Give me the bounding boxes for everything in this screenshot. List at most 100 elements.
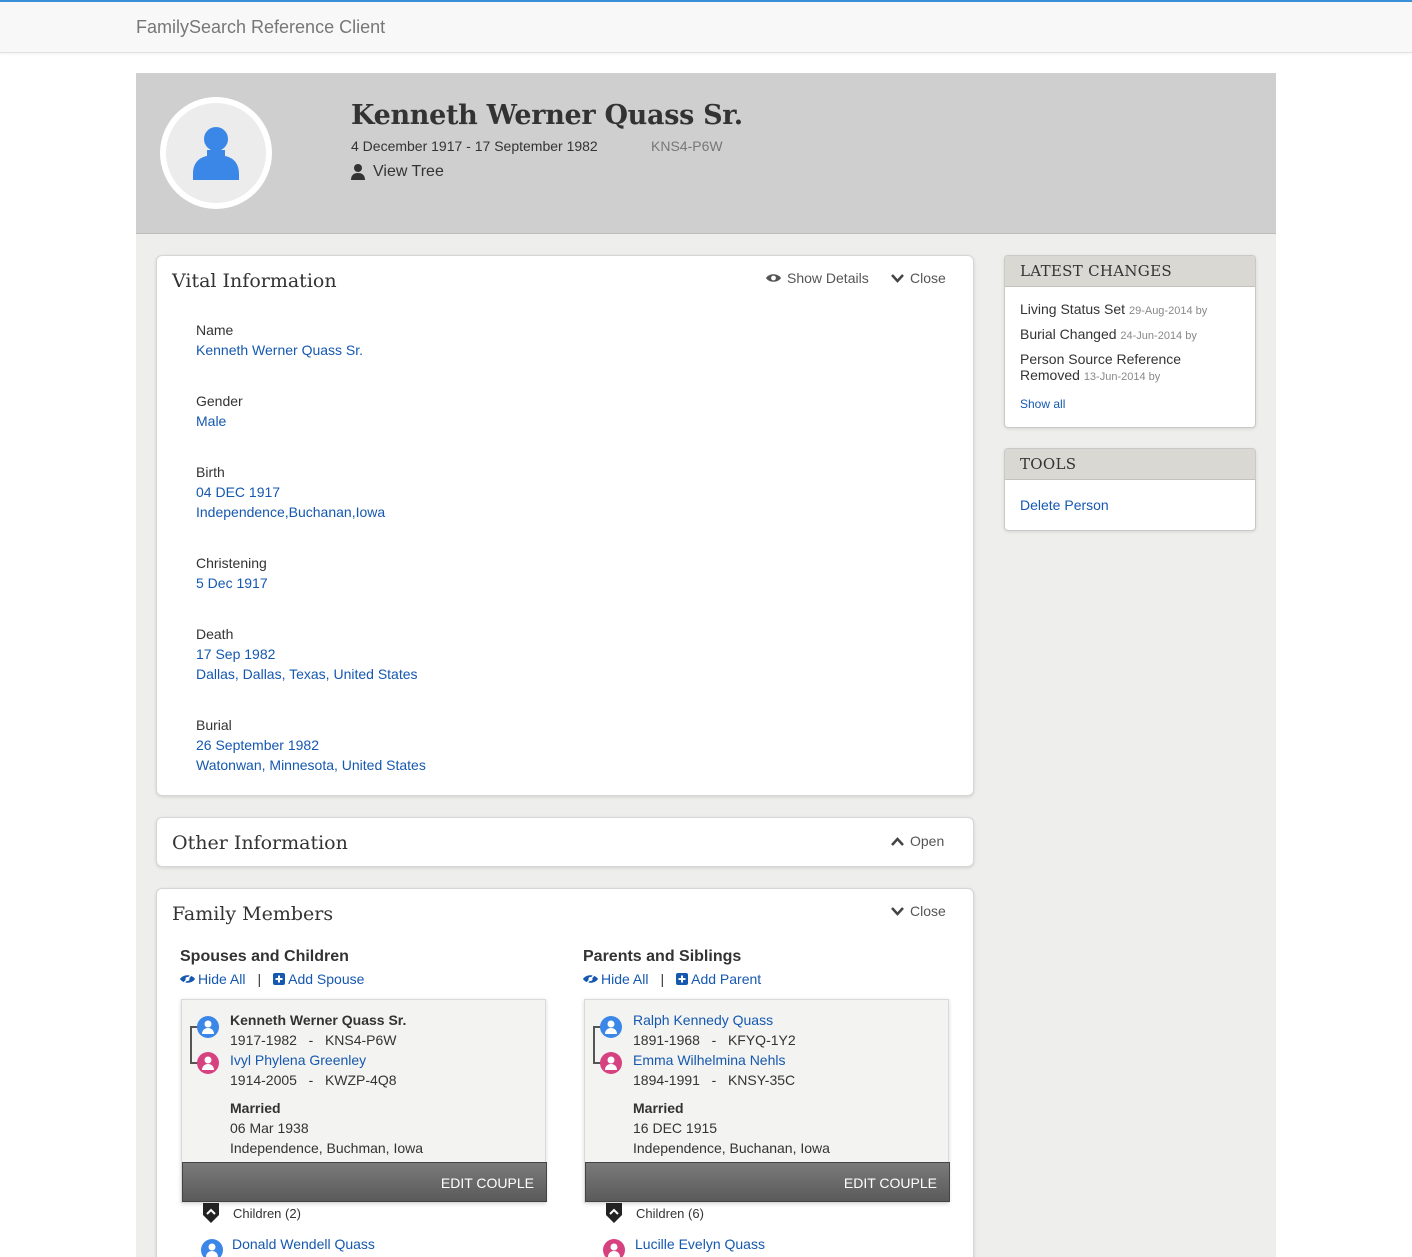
field-gender: Gender Male: [196, 391, 243, 431]
children-count: Children (6): [636, 1205, 704, 1221]
change-text: Person Source Reference: [1020, 351, 1182, 367]
vital-close-button[interactable]: Close: [891, 270, 946, 286]
change-meta: 29-Aug-2014 by: [1128, 305, 1208, 317]
chevron-up-icon: [891, 836, 904, 846]
show-all-link[interactable]: Show all: [1020, 396, 1065, 412]
field-death: Death 17 Sep 1982 Dallas, Dallas, Texas,…: [196, 624, 418, 684]
vital-information-title: Vital Information: [172, 270, 337, 292]
field-value[interactable]: 5 Dec 1917: [196, 573, 268, 593]
add-parent-label: Add Parent: [691, 971, 762, 987]
spouse-couple-card: Kenneth Werner Quass Sr. 1917-1982 - KNS…: [181, 999, 547, 1203]
spouses-hide-all-button[interactable]: Hide All: [180, 971, 245, 987]
add-spouse-button[interactable]: Add Spouse: [273, 971, 364, 987]
wife-name-link[interactable]: Ivyl Phylena Greenley: [230, 1052, 366, 1068]
eye-slash-icon: [583, 973, 598, 985]
change-meta: 13-Jun-2014 by: [1083, 371, 1161, 383]
eye-slash-icon: [180, 973, 195, 985]
field-value[interactable]: Dallas, Dallas, Texas, United States: [196, 664, 418, 684]
children-toggle[interactable]: Children (2): [201, 1203, 301, 1223]
person-icon: [351, 164, 365, 180]
chevron-down-icon: [891, 273, 904, 283]
person-id: KNS4-P6W: [651, 138, 723, 154]
mother-name-link[interactable]: Emma Wilhelmina Nehls: [633, 1052, 785, 1068]
edit-couple-button[interactable]: EDIT COUPLE: [182, 1162, 547, 1202]
field-value[interactable]: 17 Sep 1982: [196, 644, 418, 664]
view-tree-label: View Tree: [373, 163, 444, 180]
other-information-card: Other Information Open: [156, 817, 974, 867]
husband-name: Kenneth Werner Quass Sr.: [230, 1012, 407, 1028]
show-details-label: Show Details: [787, 270, 869, 286]
parents-hide-all-button[interactable]: Hide All: [583, 971, 648, 987]
change-item: Burial Changed 24-Jun-2014 by: [1020, 326, 1197, 344]
married-label: Married: [633, 1100, 684, 1116]
latest-changes-title: LATEST CHANGES: [1005, 256, 1255, 287]
vital-close-label: Close: [910, 270, 946, 286]
family-close-label: Close: [910, 903, 946, 919]
delete-person-link[interactable]: Delete Person: [1020, 497, 1109, 513]
mother-info: 1894-1991 - KNSY-35C: [633, 1072, 796, 1088]
spouses-title: Spouses and Children: [180, 948, 349, 965]
parents-actions: Hide All | Add Parent: [583, 971, 761, 987]
chevron-up-circle-icon: [203, 1203, 219, 1223]
separator: |: [257, 971, 262, 987]
male-person-icon: [201, 1239, 223, 1257]
latest-changes-panel: LATEST CHANGES Living Status Set 29-Aug-…: [1004, 255, 1256, 428]
married-label: Married: [230, 1100, 281, 1116]
other-open-button[interactable]: Open: [891, 833, 944, 849]
change-text: Removed: [1020, 367, 1080, 383]
field-label: Death: [196, 626, 234, 642]
person-header: Kenneth Werner Quass Sr. 4 December 1917…: [136, 73, 1276, 234]
field-value[interactable]: Kenneth Werner Quass Sr.: [196, 340, 363, 360]
field-label: Christening: [196, 555, 267, 571]
field-value[interactable]: Watonwan, Minnesota, United States: [196, 755, 426, 775]
field-value[interactable]: 04 DEC 1917: [196, 482, 385, 502]
female-person-icon: [197, 1052, 219, 1074]
add-parent-button[interactable]: Add Parent: [676, 971, 761, 987]
field-value[interactable]: Male: [196, 411, 243, 431]
edit-couple-button[interactable]: EDIT COUPLE: [585, 1162, 950, 1202]
hide-all-label: Hide All: [601, 971, 649, 987]
female-person-icon: [600, 1052, 622, 1074]
field-label: Burial: [196, 717, 232, 733]
view-tree-link[interactable]: View Tree: [351, 163, 444, 181]
married-date: 06 Mar 1938: [230, 1120, 309, 1136]
person-name-heading: Kenneth Werner Quass Sr.: [351, 100, 743, 131]
person-silhouette-icon: [166, 103, 266, 203]
avatar: [160, 97, 272, 209]
spouses-actions: Hide All | Add Spouse: [180, 971, 364, 987]
father-info: 1891-1968 - KFYQ-1Y2: [633, 1032, 796, 1048]
chevron-down-icon: [891, 906, 904, 916]
other-information-title: Other Information: [172, 832, 348, 854]
family-members-title: Family Members: [172, 903, 334, 925]
husband-info: 1917-1982 - KNS4-P6W: [230, 1032, 397, 1048]
father-name-link[interactable]: Ralph Kennedy Quass: [633, 1012, 773, 1028]
person-lifespan: 4 December 1917 - 17 September 1982: [351, 138, 598, 154]
add-spouse-label: Add Spouse: [288, 971, 365, 987]
other-open-label: Open: [910, 833, 945, 849]
change-text: Burial Changed: [1020, 326, 1117, 342]
field-value[interactable]: Independence,Buchanan,Iowa: [196, 502, 385, 522]
top-navbar: FamilySearch Reference Client: [0, 0, 1412, 53]
male-person-icon: [197, 1016, 219, 1038]
field-christening: Christening 5 Dec 1917: [196, 553, 268, 593]
child-name-link[interactable]: Lucille Evelyn Quass: [635, 1236, 765, 1252]
person-page: Kenneth Werner Quass Sr. 4 December 1917…: [136, 73, 1276, 1257]
child-name-link[interactable]: Donald Wendell Quass: [232, 1236, 375, 1252]
field-name: Name Kenneth Werner Quass Sr.: [196, 320, 363, 360]
hide-all-label: Hide All: [198, 971, 246, 987]
app-brand[interactable]: FamilySearch Reference Client: [136, 17, 385, 38]
plus-square-icon: [676, 973, 689, 985]
show-details-button[interactable]: Show Details: [766, 270, 869, 286]
change-item: Living Status Set 29-Aug-2014 by: [1020, 301, 1207, 319]
plus-square-icon: [273, 973, 286, 985]
field-value[interactable]: 26 September 1982: [196, 735, 426, 755]
married-date: 16 DEC 1915: [633, 1120, 718, 1136]
married-place: Independence, Buchman, Iowa: [230, 1140, 424, 1156]
field-birth: Birth 04 DEC 1917 Independence,Buchanan,…: [196, 462, 385, 522]
male-person-icon: [600, 1016, 622, 1038]
separator: |: [660, 971, 665, 987]
vital-information-card: Vital Information Show Details Close Nam…: [156, 255, 974, 796]
tools-panel: TOOLS Delete Person: [1004, 448, 1256, 531]
family-close-button[interactable]: Close: [891, 903, 946, 919]
children-toggle[interactable]: Children (6): [604, 1203, 704, 1223]
